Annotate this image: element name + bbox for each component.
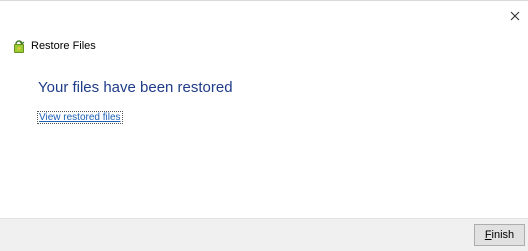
restore-files-icon bbox=[14, 40, 25, 53]
finish-label: inish bbox=[491, 229, 515, 241]
finish-accelerator: F bbox=[484, 229, 492, 241]
status-heading: Your files have been restored bbox=[38, 79, 233, 96]
finish-button[interactable]: Finish bbox=[474, 224, 525, 246]
dialog-footer: Finish bbox=[0, 218, 528, 251]
dialog-header: Restore Files bbox=[11, 38, 96, 54]
view-restored-files-link[interactable]: View restored files bbox=[37, 111, 123, 124]
restore-files-dialog: Restore Files Your files have been resto… bbox=[0, 0, 528, 251]
dialog-title: Restore Files bbox=[31, 40, 96, 52]
close-button[interactable] bbox=[502, 3, 528, 29]
close-icon bbox=[510, 11, 520, 21]
